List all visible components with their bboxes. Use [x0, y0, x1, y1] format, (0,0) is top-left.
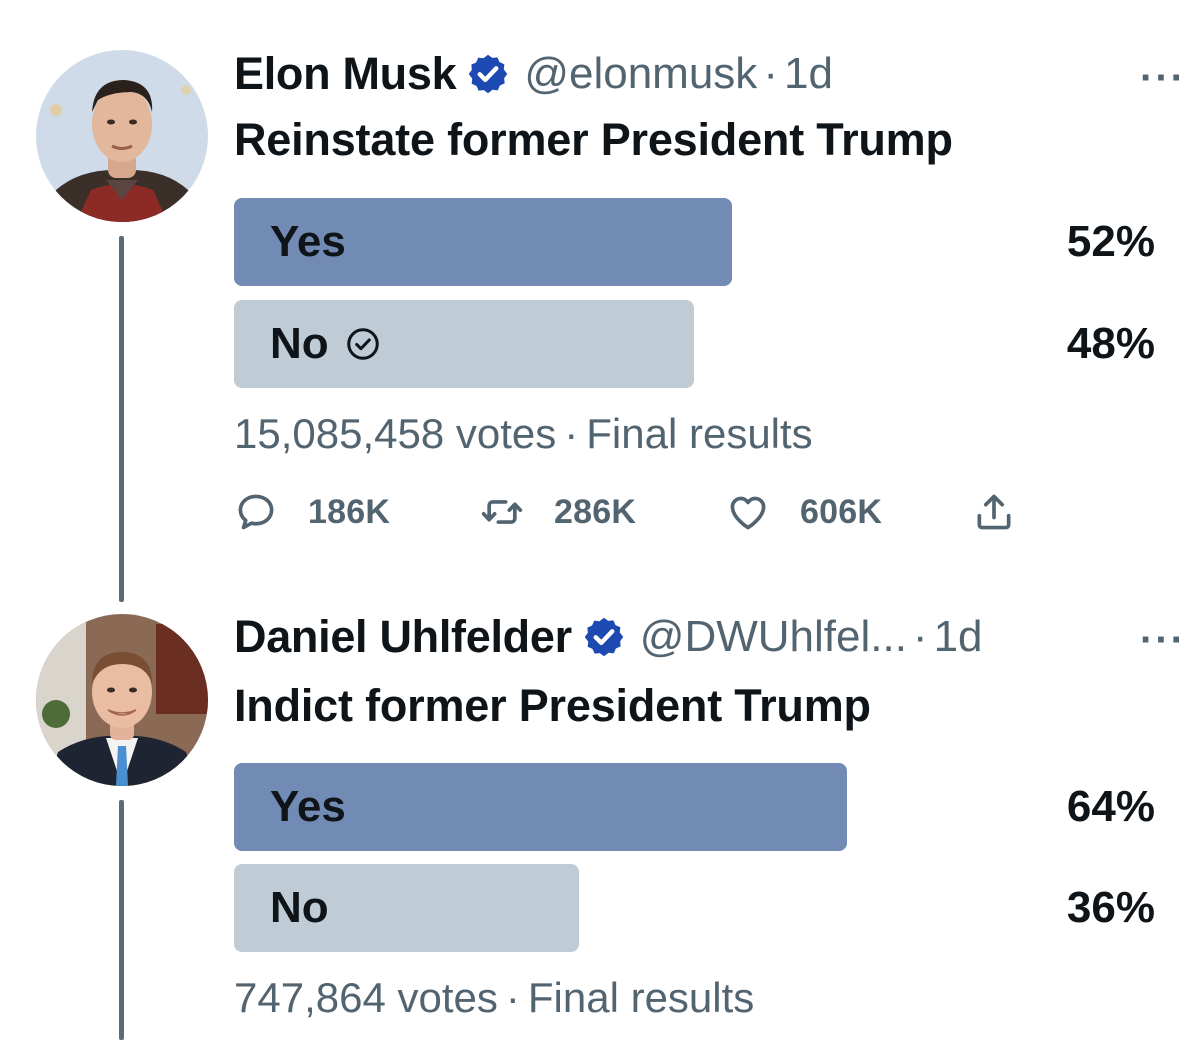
poll-footer: 747,864 votes · Final results	[234, 974, 754, 1022]
tweet-header: Elon Musk @elonmusk · 1d	[234, 48, 833, 100]
vote-count: 747,864 votes	[234, 974, 498, 1021]
retweet-button[interactable]: 286K	[480, 488, 636, 536]
retweet-count: 286K	[554, 492, 637, 531]
tweet-header: Daniel Uhlfelder @DWUhlfel... · 1d	[234, 611, 983, 663]
reply-button[interactable]: 186K	[234, 488, 390, 536]
poll-option-yes: Yes 52%	[234, 198, 1155, 286]
poll-option-yes: Yes 64%	[234, 763, 1155, 851]
poll-option-no: No 36%	[234, 864, 1155, 952]
tweet[interactable]: Daniel Uhlfelder @DWUhlfel... · 1d ··· I…	[0, 600, 1200, 1040]
share-icon	[977, 494, 1011, 530]
author-name[interactable]: Elon Musk	[234, 48, 457, 100]
poll-option-text: Yes	[270, 782, 346, 831]
poll-option-label: No	[270, 864, 329, 952]
separator-dot: ·	[564, 410, 579, 457]
reply-icon	[238, 494, 274, 530]
poll-option-text: No	[270, 319, 329, 368]
timestamp[interactable]: 1d	[784, 49, 833, 99]
reply-count: 186K	[308, 492, 391, 531]
verified-badge-icon[interactable]	[466, 52, 510, 96]
timestamp[interactable]: 1d	[934, 612, 983, 662]
separator-dot: ·	[505, 974, 520, 1021]
poll-option-text: Yes	[270, 217, 346, 266]
poll-option-label: No	[270, 300, 381, 388]
more-options-icon[interactable]: ···	[1140, 56, 1186, 101]
avatar[interactable]	[36, 614, 208, 786]
poll-option-label: Yes	[270, 763, 346, 851]
tweet[interactable]: Elon Musk @elonmusk · 1d ··· Reinstate f…	[0, 0, 1200, 602]
author-handle[interactable]: @elonmusk	[524, 49, 757, 99]
share-button[interactable]	[972, 488, 1016, 536]
poll-option-no: No 48%	[234, 300, 1155, 388]
poll-percent: 64%	[1066, 782, 1155, 831]
poll-percent: 36%	[1066, 883, 1155, 932]
poll-status: Final results	[586, 410, 813, 457]
tweet-actions: 186K 286K 606K	[234, 488, 1034, 536]
poll-option-text: No	[270, 883, 329, 932]
thread-line	[119, 800, 124, 1040]
verified-badge-icon[interactable]	[582, 615, 626, 659]
avatar[interactable]	[36, 50, 208, 222]
avatar-image	[36, 614, 208, 786]
tweet-text: Reinstate former President Trump	[234, 114, 953, 165]
like-count: 606K	[800, 492, 883, 531]
like-button[interactable]: 606K	[726, 488, 882, 536]
poll-percent: 52%	[1066, 217, 1155, 266]
more-options-icon[interactable]: ···	[1140, 618, 1186, 663]
separator-dot: ·	[763, 49, 778, 98]
thread-line	[119, 236, 124, 602]
check-circle-icon	[345, 326, 381, 362]
avatar-image	[36, 50, 208, 222]
poll-percent: 48%	[1066, 319, 1155, 368]
heart-icon	[730, 496, 766, 530]
author-name[interactable]: Daniel Uhlfelder	[234, 611, 572, 663]
tweet-text: Indict former President Trump	[234, 680, 871, 731]
vote-count: 15,085,458 votes	[234, 410, 557, 457]
poll-footer: 15,085,458 votes · Final results	[234, 410, 813, 458]
poll-option-label: Yes	[270, 198, 346, 286]
separator-dot: ·	[912, 612, 928, 661]
retweet-icon	[481, 500, 523, 524]
author-handle[interactable]: @DWUhlfel...	[640, 612, 907, 662]
poll-status: Final results	[527, 974, 755, 1021]
